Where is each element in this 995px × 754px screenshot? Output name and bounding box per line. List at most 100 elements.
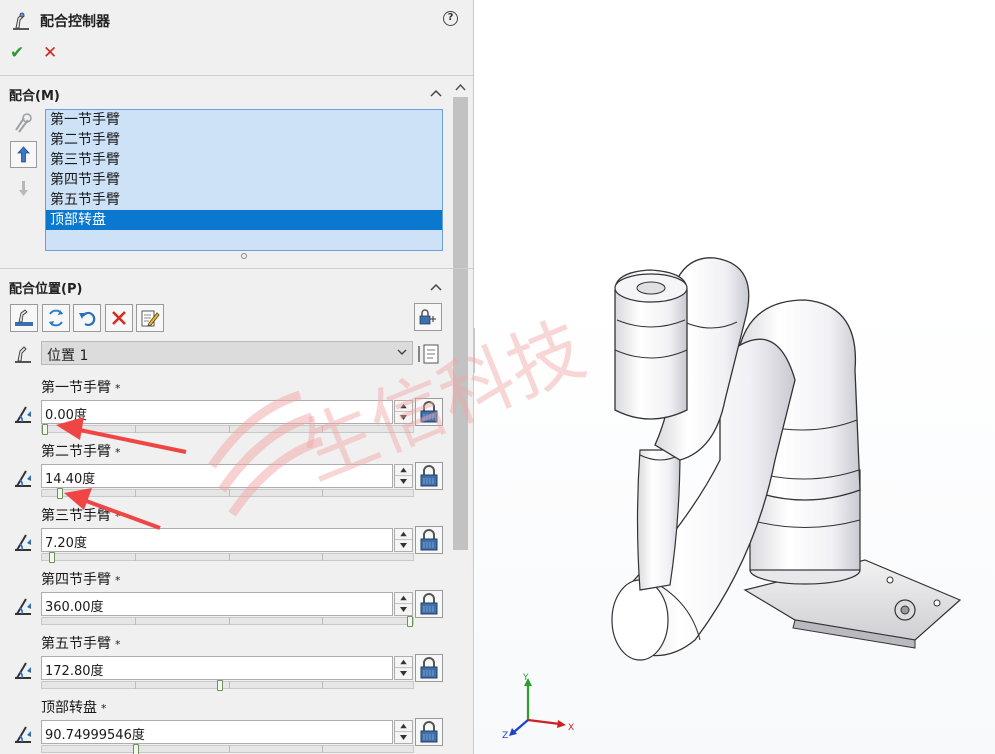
slider-thumb[interactable] [217, 680, 223, 691]
lock-joint-button[interactable] [415, 398, 443, 426]
joint-angle-input[interactable]: 0.00度 [41, 400, 393, 424]
mate-item[interactable]: 第一节手臂 [46, 110, 442, 130]
spin-up-icon[interactable] [395, 657, 412, 668]
mate-item[interactable]: 第二节手臂 [46, 130, 442, 150]
joint-angle-slider[interactable] [41, 616, 414, 627]
lock-icon [420, 465, 438, 487]
spin-down-icon[interactable] [395, 668, 412, 679]
graphics-viewport[interactable]: Y X Z [475, 0, 995, 754]
lock-joint-button[interactable] [415, 526, 443, 554]
spin-up-icon[interactable] [395, 465, 412, 476]
slider-tick [135, 617, 136, 625]
mate-item[interactable]: 第三节手臂 [46, 150, 442, 170]
collapse-chevron-icon[interactable] [430, 88, 442, 98]
help-icon[interactable]: ? [443, 11, 458, 26]
angle-spinner[interactable] [394, 592, 413, 616]
joint-label: 第一节手臂 * [41, 377, 121, 397]
axis-x-label: X [568, 723, 574, 733]
spin-down-icon[interactable] [395, 540, 412, 551]
joint-angle-input[interactable]: 172.80度 [41, 656, 393, 680]
mate-item[interactable]: 第五节手臂 [46, 190, 442, 210]
calculate-animation-button[interactable] [10, 304, 38, 332]
mate-controller-icon [13, 12, 29, 30]
lock-joint-button[interactable] [415, 590, 443, 618]
angle-spinner[interactable] [394, 528, 413, 552]
joint-angle-slider[interactable] [41, 680, 414, 691]
slider-thumb[interactable] [407, 616, 413, 627]
list-resize-handle[interactable] [241, 253, 247, 259]
lock-joint-button[interactable] [415, 462, 443, 490]
joint-name: 第二节手臂 [41, 444, 111, 460]
joint-angle-slider[interactable] [41, 424, 414, 435]
required-mark: * [115, 446, 121, 459]
joint-name: 顶部转盘 [41, 700, 97, 716]
angle-mate-icon [15, 662, 31, 679]
slider-thumb[interactable] [57, 488, 63, 499]
angle-spinner[interactable] [394, 720, 413, 744]
lock-joint-button[interactable] [415, 718, 443, 746]
joint-angle-slider[interactable] [41, 488, 414, 499]
slider-thumb[interactable] [49, 552, 55, 563]
spin-down-icon[interactable] [395, 412, 412, 423]
slider-tick [229, 681, 230, 689]
joint-angle-value: 0.00度 [45, 408, 87, 423]
slider-tick [229, 553, 230, 561]
mate-controller-panel: 配合控制器 ? ✔ ✕ 配合(M) 第一节手臂 第二节手臂 第三节手臂 第四节手… [0, 0, 474, 754]
recalculate-button[interactable] [42, 304, 70, 332]
ok-button[interactable]: ✔ [10, 43, 24, 63]
slider-thumb[interactable] [133, 744, 139, 754]
joint-angle-slider[interactable] [41, 552, 414, 563]
mate-item[interactable]: 第四节手臂 [46, 170, 442, 190]
slider-tick [229, 617, 230, 625]
spin-down-icon[interactable] [395, 476, 412, 487]
spin-up-icon[interactable] [395, 401, 412, 412]
panel-title-bar: 配合控制器 ? [0, 0, 473, 40]
joint-label: 第二节手臂 * [41, 441, 121, 461]
collapse-chevron-icon[interactable] [430, 282, 442, 292]
angle-spinner[interactable] [394, 656, 413, 680]
spin-up-icon[interactable] [395, 721, 412, 732]
cancel-button[interactable]: ✕ [43, 43, 57, 63]
mates-section-title: 配合(M) [9, 89, 60, 104]
spin-up-icon[interactable] [395, 593, 412, 604]
angle-spinner[interactable] [394, 464, 413, 488]
joint-label: 第五节手臂 * [41, 633, 121, 653]
mate-pin-icon[interactable] [10, 110, 37, 137]
edit-button[interactable] [136, 304, 164, 332]
move-up-button[interactable] [10, 141, 37, 168]
save-position-icon[interactable] [416, 340, 442, 368]
delete-x-icon [112, 311, 126, 325]
spin-down-icon[interactable] [395, 732, 412, 743]
slider-tick [322, 681, 323, 689]
mates-list[interactable]: 第一节手臂 第二节手臂 第三节手臂 第四节手臂 第五节手臂 顶部转盘 [45, 109, 443, 251]
angle-mate-icon [15, 406, 31, 423]
joint-name: 第一节手臂 [41, 380, 111, 396]
position-dropdown[interactable]: 位置 1 [41, 341, 413, 365]
lock-all-button[interactable] [414, 303, 442, 331]
angle-spinner[interactable] [394, 400, 413, 424]
robot-calc-icon [15, 309, 33, 326]
spin-down-icon[interactable] [395, 604, 412, 615]
joint-angle-input[interactable]: 7.20度 [41, 528, 393, 552]
required-mark: * [101, 702, 107, 715]
slider-tick [135, 489, 136, 497]
joint-angle-input[interactable]: 90.74999546度 [41, 720, 393, 744]
robot-arm-model[interactable] [475, 0, 995, 754]
spin-up-icon[interactable] [395, 529, 412, 540]
joint-angle-input[interactable]: 14.40度 [41, 464, 393, 488]
lock-joint-button[interactable] [415, 654, 443, 682]
arrow-down-icon[interactable] [10, 175, 37, 202]
scroll-up-arrow-icon[interactable] [452, 80, 469, 96]
undo-button[interactable] [73, 304, 101, 332]
delete-button[interactable] [105, 304, 133, 332]
angle-mate-icon [15, 470, 31, 487]
joint-angle-slider[interactable] [41, 744, 414, 754]
panel-title: 配合控制器 [40, 14, 110, 30]
joint-angle-input[interactable]: 360.00度 [41, 592, 393, 616]
slider-tick [322, 425, 323, 433]
edit-pencil-icon [141, 310, 160, 327]
slider-thumb[interactable] [42, 424, 48, 435]
scrollbar-thumb[interactable] [453, 97, 468, 550]
mate-item-selected[interactable]: 顶部转盘 [46, 210, 442, 230]
position-dropdown-value: 位置 1 [47, 348, 89, 364]
